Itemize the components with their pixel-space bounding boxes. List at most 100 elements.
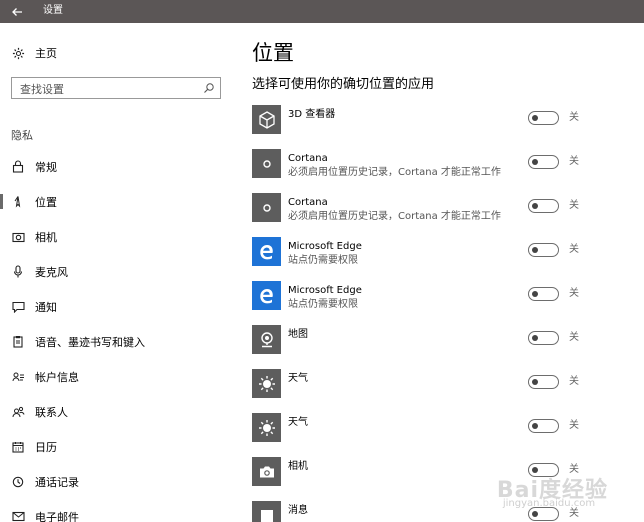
window-title: 设置 [43,5,63,16]
app-description: 必须启用位置历史记录，Cortana 才能正常工作 [288,167,501,178]
app-row: Cortana 必须启用位置历史记录，Cortana 才能正常工作 关 [252,193,644,237]
search-box[interactable] [11,77,221,100]
search-input[interactable] [12,79,196,100]
toggle-state-label: 关 [569,420,579,431]
location-icon [11,195,25,209]
sidebar-item-microphone[interactable]: 麦克风 [0,254,232,289]
app-name: Cortana [288,197,328,208]
app-description: 站点仍需要权限 [288,299,358,310]
app-row: 3D 查看器 关 [252,105,644,149]
sidebar-item-speech[interactable]: 语音、墨迹书写和键入 [0,324,232,359]
app-name: Microsoft Edge [288,285,362,296]
gear-icon [11,46,25,60]
sidebar-item-label: 位置 [35,195,57,209]
toggle-knob [532,510,538,517]
sidebar-item-label: 日历 [35,440,57,454]
weather-icon [252,369,281,398]
calendar-icon [11,440,25,454]
main-content: 位置 选择可使用你的确切位置的应用 3D 查看器 关 Cortana 必须启用位… [232,23,644,522]
sidebar-item-label: 联系人 [35,405,68,419]
sidebar-item-camera[interactable]: 相机 [0,219,232,254]
toggle-state-label: 关 [569,376,579,387]
toggle-knob [532,202,538,209]
sidebar-item-call-history[interactable]: 通话记录 [0,464,232,499]
sidebar-item-label: 帐户信息 [35,370,79,384]
location-toggle[interactable] [528,375,559,389]
watermark-url: jingyan.baidu.com [502,498,596,509]
toggle-knob [532,290,538,297]
app-permission-list: 3D 查看器 关 Cortana 必须启用位置历史记录，Cortana 才能正常… [252,105,644,522]
toggle-knob [532,158,538,165]
app-name: 相机 [288,461,308,472]
toggle-state-label: 关 [569,332,579,343]
toggle-state-label: 关 [569,112,579,123]
sidebar-item-location[interactable]: 位置 [0,184,232,219]
location-toggle[interactable] [528,331,559,345]
camera-icon [11,230,25,244]
clipboard-icon [11,335,25,349]
microphone-icon [11,265,25,279]
app-name: Microsoft Edge [288,241,362,252]
mail-icon [11,510,25,522]
location-toggle[interactable] [528,419,559,433]
app-row: 天气 关 [252,413,644,457]
sidebar-item-label: 通知 [35,300,57,314]
location-toggle[interactable] [528,111,559,125]
app-name: 地图 [288,329,308,340]
app-name: 天气 [288,417,308,428]
app-row: Cortana 必须启用位置历史记录，Cortana 才能正常工作 关 [252,149,644,193]
location-toggle[interactable] [528,507,559,521]
toggle-knob [532,246,538,253]
sidebar-item-account-info[interactable]: 帐户信息 [0,359,232,394]
toggle-knob [532,378,538,385]
location-toggle[interactable] [528,155,559,169]
cube-icon [252,105,281,134]
sidebar-item-label: 相机 [35,230,57,244]
app-name: Cortana [288,153,328,164]
sidebar-item-label: 麦克风 [35,265,68,279]
app-name: 3D 查看器 [288,109,336,120]
toggle-state-label: 关 [569,244,579,255]
toggle-state-label: 关 [569,156,579,167]
sidebar-item-notifications[interactable]: 通知 [0,289,232,324]
privacy-nav-list: 常规 位置 相机 麦克风 通知 语音、墨迹书写和键入 帐户信息 联系人 日历 通… [0,149,232,522]
search-icon[interactable] [203,82,215,94]
maps-icon [252,325,281,354]
sidebar: 主页 隐私 常规 位置 相机 麦克风 通知 [0,23,232,522]
app-row: 地图 关 [252,325,644,369]
app-description: 站点仍需要权限 [288,255,358,266]
sidebar-item-label: 语音、墨迹书写和键入 [35,335,145,349]
lock-icon [11,160,25,174]
privacy-section-label: 隐私 [11,129,33,142]
toggle-knob [532,334,538,341]
sidebar-item-contacts[interactable]: 联系人 [0,394,232,429]
toggle-state-label: 关 [569,200,579,211]
account-info-icon [11,370,25,384]
notification-icon [11,300,25,314]
location-toggle[interactable] [528,243,559,257]
toggle-state-label: 关 [569,288,579,299]
app-row: 天气 关 [252,369,644,413]
cortana-icon [252,149,281,178]
app-name: 天气 [288,373,308,384]
title-bar: 设置 [0,0,644,23]
sidebar-item-general[interactable]: 常规 [0,149,232,184]
sidebar-item-label: 常规 [35,160,57,174]
app-row: Microsoft Edge 站点仍需要权限 关 [252,237,644,281]
home-label: 主页 [35,47,57,60]
toggle-knob [532,114,538,121]
home-nav-item[interactable]: 主页 [11,45,57,61]
app-row: Microsoft Edge 站点仍需要权限 关 [252,281,644,325]
location-toggle[interactable] [528,287,559,301]
back-button[interactable] [0,0,34,23]
app-description: 必须启用位置历史记录，Cortana 才能正常工作 [288,211,501,222]
location-toggle[interactable] [528,199,559,213]
sidebar-item-label: 电子邮件 [35,510,79,522]
sidebar-item-email[interactable]: 电子邮件 [0,499,232,522]
weather-icon [252,413,281,442]
messaging-icon [252,501,281,522]
sidebar-item-calendar[interactable]: 日历 [0,429,232,464]
app-name: 消息 [288,505,308,516]
back-arrow-icon [12,7,22,16]
camera-app-icon [252,457,281,486]
